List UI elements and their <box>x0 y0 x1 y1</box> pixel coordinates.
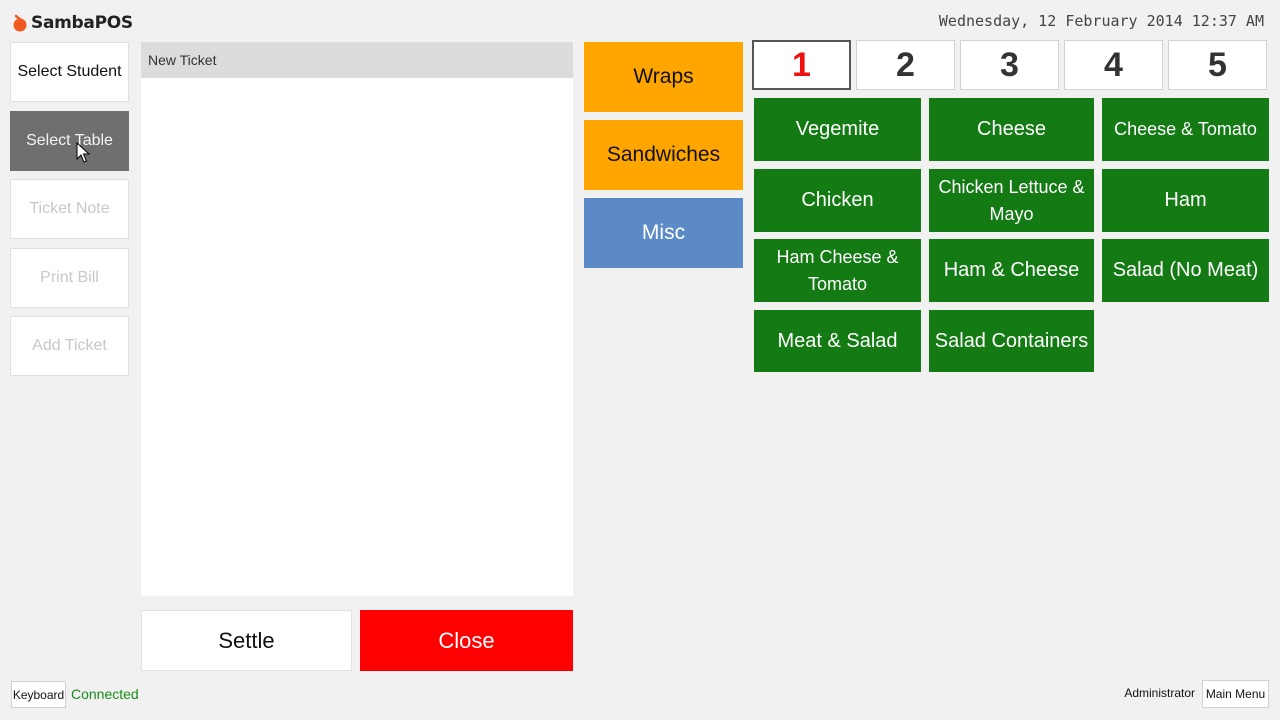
add-ticket-button[interactable]: Add Ticket <box>10 316 129 376</box>
menu-item-chicken-lettuce-mayo[interactable]: Chicken Lettuce & Mayo <box>929 169 1094 232</box>
keyboard-button[interactable]: Keyboard <box>11 681 66 708</box>
datetime-display: Wednesday, 12 February 2014 12:37 AM <box>938 12 1264 30</box>
menu-item-salad-containers[interactable]: Salad Containers <box>929 310 1094 372</box>
samba-logo-icon <box>13 14 27 32</box>
category-misc[interactable]: Misc <box>584 198 743 268</box>
menu-item-vegemite[interactable]: Vegemite <box>754 98 921 161</box>
menu-item-ham-cheese[interactable]: Ham & Cheese <box>929 239 1094 302</box>
menu-item-salad-no-meat[interactable]: Salad (No Meat) <box>1102 239 1269 302</box>
print-bill-button[interactable]: Print Bill <box>10 248 129 308</box>
menu-item-meat-salad[interactable]: Meat & Salad <box>754 310 921 372</box>
select-table-button[interactable]: Select Table <box>10 111 129 171</box>
mouse-cursor-icon <box>76 142 91 163</box>
app-logo: SambaPOS <box>10 8 133 38</box>
menu-item-ham[interactable]: Ham <box>1102 169 1269 232</box>
connection-status: Connected <box>71 686 139 702</box>
page-tab-4[interactable]: 4 <box>1064 40 1163 90</box>
ticket-header: New Ticket <box>141 42 573 78</box>
page-tab-2[interactable]: 2 <box>856 40 955 90</box>
menu-item-cheese[interactable]: Cheese <box>929 98 1094 161</box>
page-tab-1[interactable]: 1 <box>752 40 851 90</box>
menu-item-chicken[interactable]: Chicken <box>754 169 921 232</box>
user-label: Administrator <box>1124 686 1195 700</box>
app-logo-text: SambaPOS <box>31 13 133 33</box>
page-tab-5[interactable]: 5 <box>1168 40 1267 90</box>
main-menu-button[interactable]: Main Menu <box>1202 680 1269 708</box>
category-sandwiches[interactable]: Sandwiches <box>584 120 743 190</box>
page-tab-3[interactable]: 3 <box>960 40 1059 90</box>
ticket-panel: New Ticket <box>141 42 573 596</box>
menu-item-ham-cheese-tomato[interactable]: Ham Cheese & Tomato <box>754 239 921 302</box>
select-student-button[interactable]: Select Student <box>10 42 129 102</box>
close-button[interactable]: Close <box>360 610 573 671</box>
ticket-note-button[interactable]: Ticket Note <box>10 179 129 239</box>
category-wraps[interactable]: Wraps <box>584 42 743 112</box>
settle-button[interactable]: Settle <box>141 610 352 671</box>
menu-item-cheese-tomato[interactable]: Cheese & Tomato <box>1102 98 1269 161</box>
